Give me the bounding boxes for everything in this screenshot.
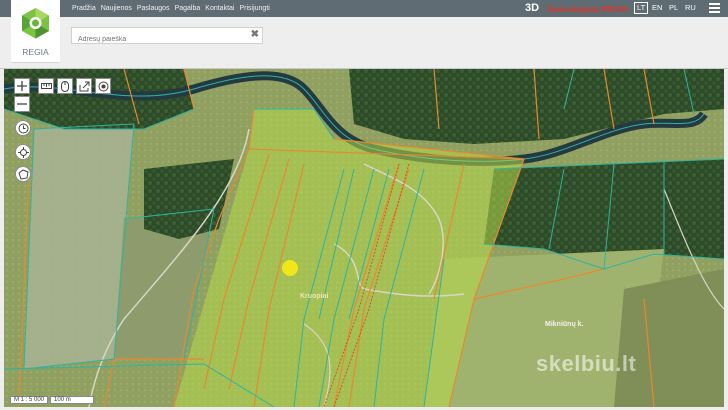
watermark: skelbiu.lt xyxy=(536,351,637,376)
nav-item-prisijungti[interactable]: Prisijungti xyxy=(239,5,269,12)
lang-pl[interactable]: PL xyxy=(669,3,678,13)
nav-item-naujienos[interactable]: Naujienos xyxy=(101,5,132,12)
clock-icon xyxy=(18,123,28,133)
zoom-in-button[interactable] xyxy=(14,78,30,94)
address-search: ✖ xyxy=(71,27,263,48)
lang-en[interactable]: EN xyxy=(652,3,662,13)
crosshair-icon xyxy=(17,146,29,158)
logo-text: REGIA xyxy=(22,47,49,57)
3d-button[interactable]: 3D xyxy=(525,2,539,14)
nav-item-kontaktai[interactable]: Kontaktai xyxy=(205,5,234,12)
locate-button[interactable] xyxy=(95,78,111,94)
map-canvas[interactable]: Kruopiai Mikniūnų k. skelbiu.lt M 1 : 5 … xyxy=(4,69,724,407)
location-marker[interactable] xyxy=(282,260,298,276)
nav-item-pradzia[interactable]: Pradžia xyxy=(72,5,96,12)
zoom-out-icon xyxy=(17,103,27,105)
place-label-kruopiai: Kruopiai xyxy=(300,293,329,300)
clear-icon[interactable]: ✖ xyxy=(251,29,259,40)
search-input[interactable] xyxy=(76,31,250,48)
ruler-icon xyxy=(40,83,52,89)
place-label-mikniunu: Mikniūnų k. xyxy=(545,321,584,328)
scale-ratio: M 1 : 5 000 xyxy=(10,396,49,404)
share-button[interactable] xyxy=(76,78,92,94)
zoom-in-icon xyxy=(17,81,27,91)
map-scale: M 1 : 5 000 100 m xyxy=(10,396,96,404)
share-icon xyxy=(79,81,89,91)
main-nav: Pradžia Naujienos Paslaugos Pagalba Kont… xyxy=(72,0,275,17)
polygon-icon xyxy=(17,168,29,180)
regia-logo[interactable]: REGIA xyxy=(11,0,60,63)
measure-button[interactable] xyxy=(38,78,54,94)
nav-item-paslaugos[interactable]: Paslaugos xyxy=(137,5,170,12)
lang-lt[interactable]: LT xyxy=(634,2,649,14)
nav-item-pagalba[interactable]: Pagalba xyxy=(175,5,201,12)
top-bar: Pradžia Naujienos Paslaugos Pagalba Kont… xyxy=(0,0,728,17)
identify-button[interactable] xyxy=(57,78,73,94)
locate-icon xyxy=(98,81,108,91)
menu-icon[interactable] xyxy=(709,3,720,13)
lang-ru[interactable]: RU xyxy=(685,3,696,13)
regia-logo-icon xyxy=(22,8,49,39)
brand-title[interactable]: Savivaldybių REGIA xyxy=(547,4,628,14)
history-button[interactable] xyxy=(15,120,31,136)
mouse-icon xyxy=(61,80,69,92)
crosshair-button[interactable] xyxy=(15,144,31,160)
scale-bar: 100 m xyxy=(50,396,95,404)
draw-polygon-button[interactable] xyxy=(15,166,31,182)
zoom-out-button[interactable] xyxy=(14,96,30,112)
